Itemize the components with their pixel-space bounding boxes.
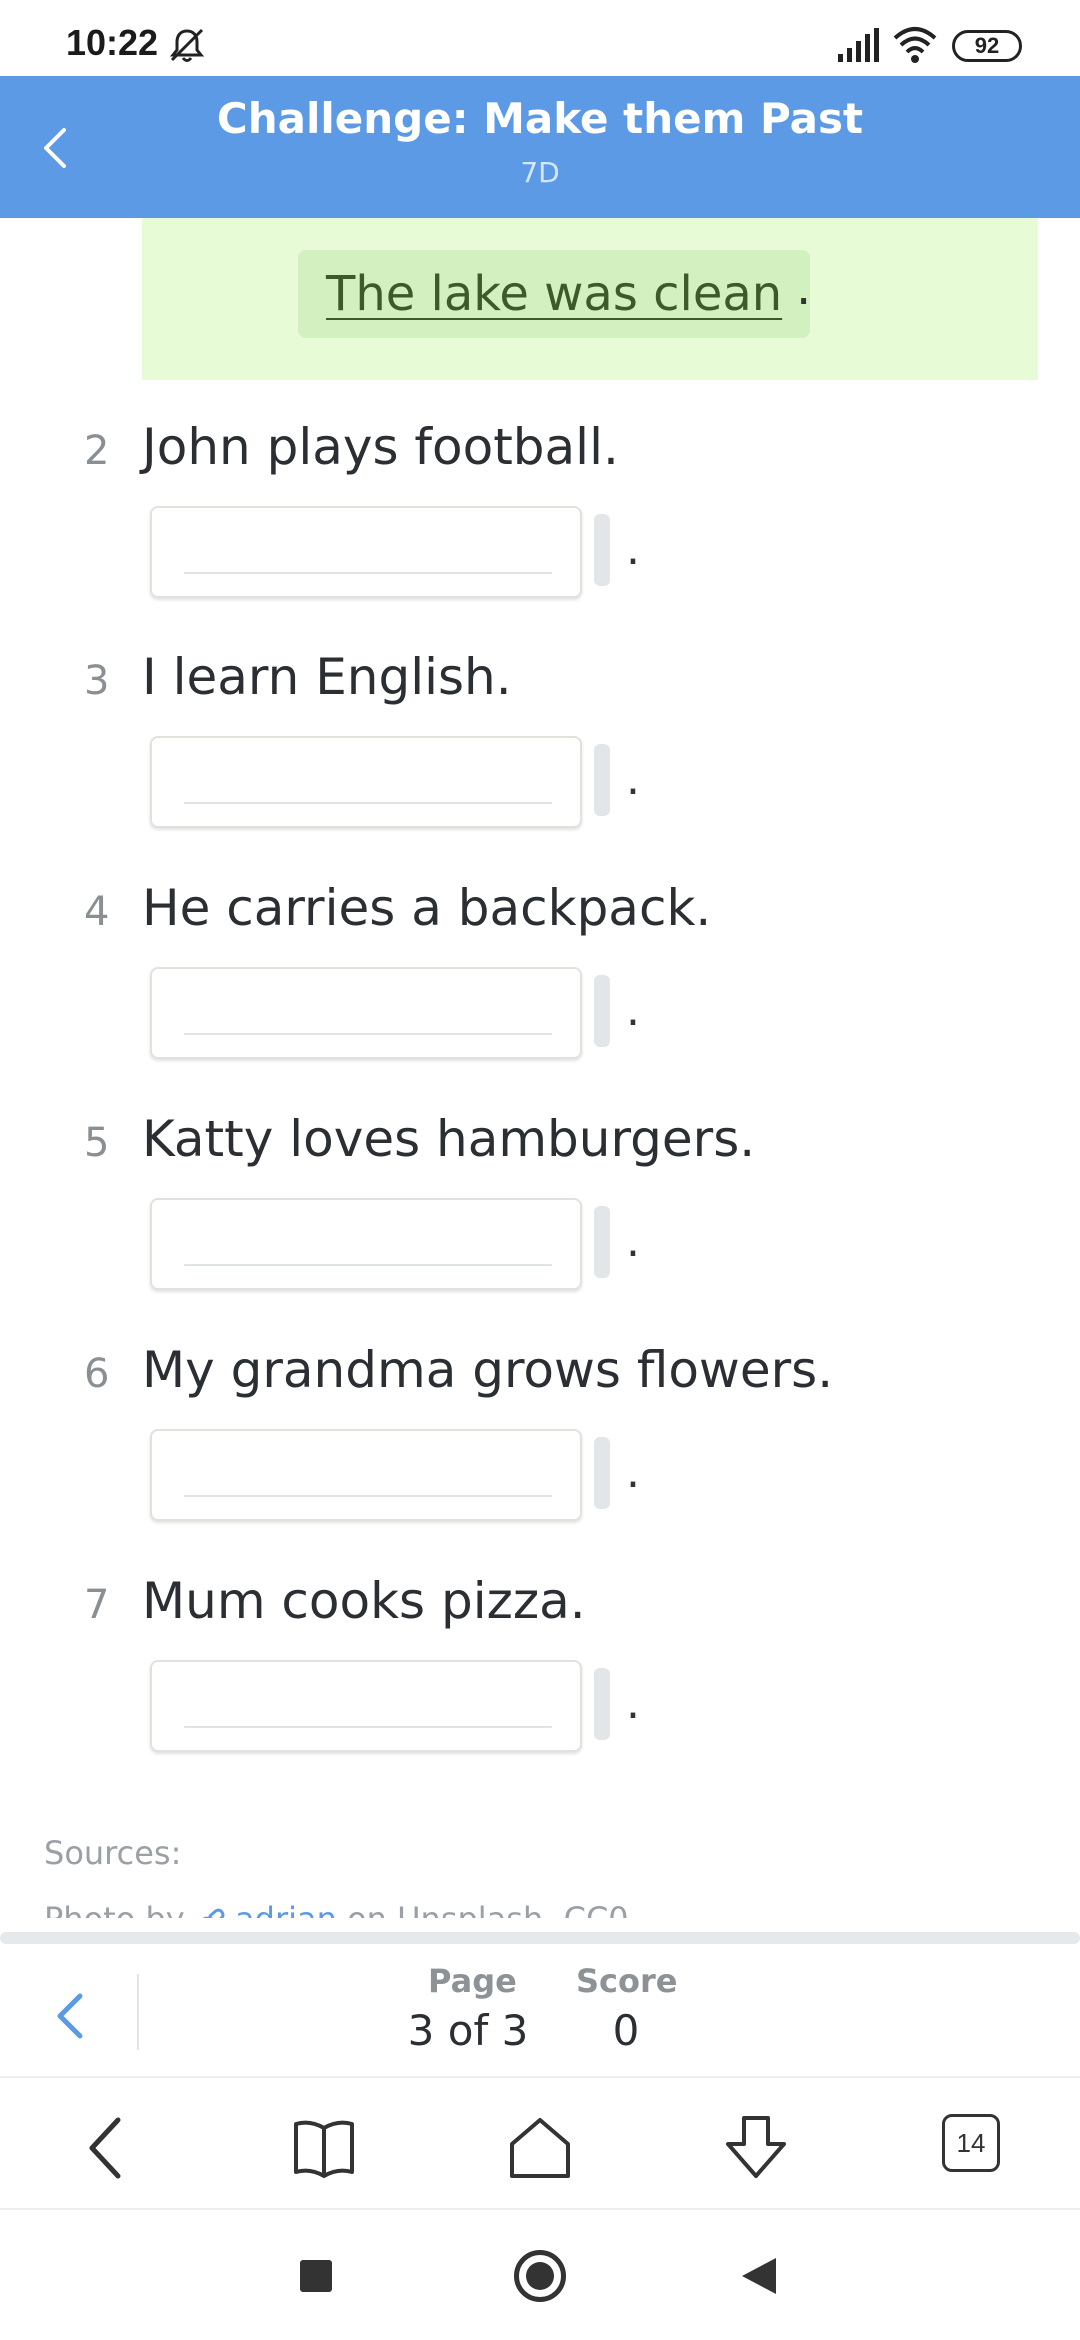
photo-credit: Photo by adrian on Unsplash, CC0 bbox=[44, 1900, 629, 1918]
link-icon bbox=[196, 1908, 225, 1918]
question-item: 7 Mum cooks pizza. . bbox=[0, 1566, 1080, 1796]
drag-handle[interactable] bbox=[594, 1437, 610, 1509]
pager-divider bbox=[137, 1974, 139, 2050]
question-item: 5 Katty loves hamburgers. . bbox=[0, 1104, 1080, 1334]
scroll-indicator bbox=[0, 1932, 1080, 1944]
example-answer-block: The lake was clean . bbox=[142, 218, 1038, 380]
question-text: John plays football. bbox=[142, 418, 619, 476]
question-period: . bbox=[626, 524, 640, 575]
answer-input[interactable] bbox=[150, 506, 582, 598]
score-value: 0 bbox=[612, 2006, 640, 2055]
android-nav-bar bbox=[0, 2212, 1080, 2340]
question-number: 4 bbox=[84, 889, 110, 935]
question-text: Mum cooks pizza. bbox=[142, 1572, 586, 1630]
page-value: 3 of 3 bbox=[407, 2006, 529, 2055]
page-subtitle: 7D bbox=[520, 156, 560, 189]
photo-author-link[interactable]: adrian bbox=[235, 1900, 337, 1918]
book-icon[interactable] bbox=[286, 2110, 362, 2186]
photo-credit-suffix: on Unsplash, CC0 bbox=[347, 1900, 629, 1918]
browser-toolbar bbox=[0, 2080, 1080, 2210]
back-icon[interactable] bbox=[70, 2110, 146, 2186]
question-period: . bbox=[626, 1678, 640, 1729]
tabs-icon[interactable]: 14 bbox=[942, 2114, 1000, 2172]
answer-input[interactable] bbox=[150, 1660, 582, 1752]
drag-handle[interactable] bbox=[594, 1206, 610, 1278]
question-period: . bbox=[626, 985, 640, 1036]
sources-label: Sources: bbox=[44, 1834, 182, 1872]
answer-input[interactable] bbox=[150, 1429, 582, 1521]
drag-handle[interactable] bbox=[594, 514, 610, 586]
photo-credit-prefix: Photo by bbox=[44, 1900, 185, 1918]
example-answer-text: The lake was clean bbox=[326, 266, 783, 322]
question-item: 6 My grandma grows flowers. . bbox=[0, 1335, 1080, 1565]
drag-handle[interactable] bbox=[594, 744, 610, 816]
signal-icon bbox=[838, 28, 879, 62]
status-bar: 10:22 92 bbox=[0, 0, 1080, 76]
score-label: Score bbox=[576, 1962, 678, 2000]
question-period: . bbox=[626, 1447, 640, 1498]
example-answer-period: . bbox=[796, 260, 812, 316]
answer-input[interactable] bbox=[150, 967, 582, 1059]
example-answer-chip: The lake was clean bbox=[298, 250, 811, 338]
question-text: I learn English. bbox=[142, 648, 512, 706]
wifi-icon bbox=[893, 27, 937, 63]
home-icon[interactable] bbox=[502, 2110, 578, 2186]
recent-apps-icon[interactable] bbox=[300, 2260, 332, 2292]
question-text: My grandma grows flowers. bbox=[142, 1341, 834, 1399]
question-item: 2 John plays football. . bbox=[0, 412, 1080, 642]
question-number: 2 bbox=[84, 428, 110, 474]
mute-icon bbox=[169, 28, 205, 62]
exercise-content: The lake was clean . 2 John plays footba… bbox=[0, 218, 1080, 1918]
page-label: Page bbox=[428, 1962, 517, 2000]
status-time: 10:22 bbox=[66, 22, 159, 63]
home-circle-icon[interactable] bbox=[514, 2250, 566, 2302]
back-triangle-icon[interactable] bbox=[742, 2258, 776, 2294]
question-period: . bbox=[626, 1216, 640, 1267]
app-header: Challenge: Make them Past 7D bbox=[0, 76, 1080, 218]
question-item: 3 I learn English. . bbox=[0, 642, 1080, 872]
battery-level: 92 bbox=[974, 33, 1000, 58]
answer-input[interactable] bbox=[150, 1198, 582, 1290]
question-number: 6 bbox=[84, 1351, 110, 1397]
question-item: 4 He carries a backpack. . bbox=[0, 873, 1080, 1103]
question-number: 3 bbox=[84, 658, 110, 704]
tabs-count: 14 bbox=[956, 2127, 986, 2158]
question-number: 5 bbox=[84, 1120, 110, 1166]
pager-bar: Page 3 of 3 Score 0 bbox=[0, 1944, 1080, 2078]
answer-input[interactable] bbox=[150, 736, 582, 828]
drag-handle[interactable] bbox=[594, 975, 610, 1047]
drag-handle[interactable] bbox=[594, 1668, 610, 1740]
question-number: 7 bbox=[84, 1582, 110, 1628]
battery-icon: 92 bbox=[952, 30, 1022, 62]
page-title: Challenge: Make them Past bbox=[216, 94, 864, 143]
question-period: . bbox=[626, 754, 640, 805]
previous-page-icon[interactable] bbox=[50, 1986, 90, 2046]
question-text: Katty loves hamburgers. bbox=[142, 1110, 756, 1168]
question-text: He carries a backpack. bbox=[142, 879, 712, 937]
download-icon[interactable] bbox=[718, 2110, 794, 2186]
